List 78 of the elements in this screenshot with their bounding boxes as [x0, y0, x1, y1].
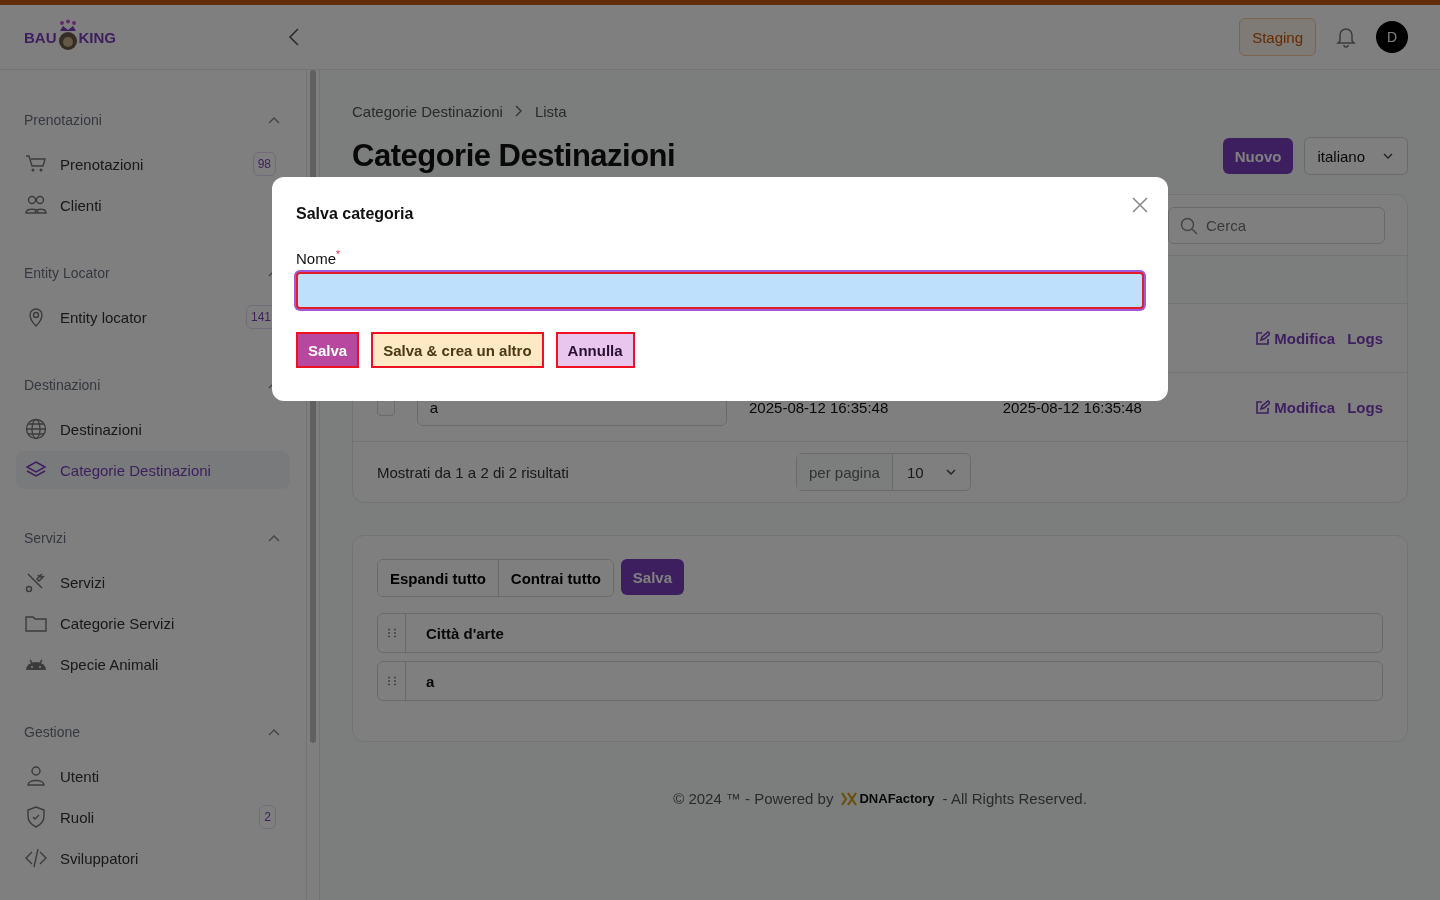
new-button[interactable]: Nuovo: [1222, 138, 1294, 174]
per-page-select[interactable]: per pagina 10: [796, 453, 971, 491]
section-title: Destinazioni: [24, 377, 101, 393]
globe-icon: [24, 418, 48, 440]
tree-item-label: Città d'arte: [425, 624, 504, 642]
sidebar-item-label: Specie Animali: [60, 655, 160, 673]
count-badge: 2: [259, 805, 276, 829]
table-cell: 2025-08-12 16:35:48: [749, 398, 889, 416]
users-icon: [24, 194, 48, 216]
name-field[interactable]: [296, 272, 1144, 309]
sidebar-item[interactable]: Utenti: [16, 757, 290, 795]
chevron-down-icon: [1383, 153, 1393, 159]
count-badge: 98: [252, 152, 276, 176]
user-icon: [24, 765, 48, 787]
sidebar-item-label: Entity locator: [60, 308, 148, 326]
save-button[interactable]: Salva: [620, 559, 684, 595]
edit-link[interactable]: Modifica: [1256, 398, 1336, 416]
logs-link[interactable]: Logs: [1347, 398, 1383, 416]
close-icon[interactable]: [1132, 197, 1148, 213]
chevron-right-icon: [514, 105, 523, 117]
sidebar-item[interactable]: Categorie Servizi: [16, 604, 290, 642]
edit-icon: [1256, 400, 1271, 414]
logo[interactable]: BAU KING: [24, 19, 116, 55]
section-title: Gestione: [24, 724, 81, 740]
language-select[interactable]: italiano: [1304, 137, 1408, 175]
section-title: Servizi: [24, 530, 66, 546]
chevron-up-icon[interactable]: [268, 116, 280, 124]
environment-button[interactable]: Staging: [1239, 18, 1316, 56]
code-icon: [24, 847, 48, 869]
chevron-left-icon[interactable]: [288, 28, 300, 46]
sidebar-item[interactable]: Specie Animali: [16, 645, 290, 683]
sidebar-item[interactable]: Sviluppatori: [16, 839, 290, 877]
logs-link[interactable]: Logs: [1347, 329, 1383, 347]
sidebar-item-label: Destinazioni: [60, 420, 143, 438]
field-label: Nome$^{*}$: [296, 249, 341, 269]
sidebar-item-label: Clienti: [60, 196, 103, 214]
sidebar-item-label: Prenotazioni: [60, 155, 145, 173]
modal-title: Salva categoria: [296, 205, 414, 223]
tree-item-label: a: [425, 672, 435, 690]
chevron-down-icon: [945, 469, 956, 475]
sidebar-item-label: Ruoli: [60, 808, 96, 826]
sidebar-item-label: Servizi: [60, 573, 106, 591]
shield-icon: [24, 806, 48, 828]
results-summary: Mostrati da 1 a 2 di 2 risultati: [377, 463, 570, 481]
edit-link[interactable]: Modifica: [1256, 329, 1336, 347]
sidebar-item-label: Sviluppatori: [60, 849, 140, 867]
sidebar-item[interactable]: Clienti: [16, 186, 290, 224]
avatar[interactable]: D: [1376, 21, 1408, 53]
chevron-up-icon[interactable]: [268, 728, 280, 736]
sidebar-item[interactable]: Servizi: [16, 563, 290, 601]
bell-icon[interactable]: [1336, 26, 1356, 48]
sidebar-item[interactable]: Categorie Destinazioni: [16, 451, 290, 489]
toggle-button[interactable]: Espandi tutto: [378, 560, 499, 596]
chevron-up-icon[interactable]: [268, 534, 280, 542]
sidebar-item-label: Categorie Destinazioni: [60, 461, 212, 479]
brand-logo: DNAFactory: [841, 791, 935, 806]
save-button[interactable]: Salva: [296, 332, 360, 368]
sidebar-item[interactable]: Destinazioni: [16, 410, 290, 448]
section-title: Prenotazioni: [24, 112, 102, 128]
sidebar-item-label: Utenti: [60, 767, 101, 785]
drag-handle-icon[interactable]: [386, 676, 397, 686]
section-title: Entity Locator: [24, 265, 110, 281]
tree-item[interactable]: Città d'arte: [377, 613, 1383, 653]
breadcrumb-link[interactable]: Lista: [534, 102, 567, 120]
edit-icon: [1256, 331, 1271, 345]
sidebar-item[interactable]: Prenotazioni 98: [16, 145, 290, 183]
tree-item[interactable]: a: [377, 661, 1383, 701]
page-title: Categorie Destinazioni: [352, 138, 676, 174]
search-field[interactable]: Cerca: [1168, 206, 1385, 244]
save-and-new-button[interactable]: Salva & crea un altro: [371, 332, 544, 368]
breadcrumb-link[interactable]: Categorie Destinazioni: [352, 102, 503, 120]
footer-text: © 2024 ™ - Powered by: [673, 790, 834, 807]
table-cell: 2025-08-12 16:35:48: [1002, 398, 1142, 416]
sidebar-item[interactable]: Ruoli 2: [16, 798, 290, 836]
sidebar-item-label: Categorie Servizi: [60, 614, 176, 632]
cancel-button[interactable]: Annulla: [555, 332, 635, 368]
footer-text: - All Rights Reserved.: [942, 790, 1087, 807]
drag-handle-icon[interactable]: [386, 628, 397, 638]
